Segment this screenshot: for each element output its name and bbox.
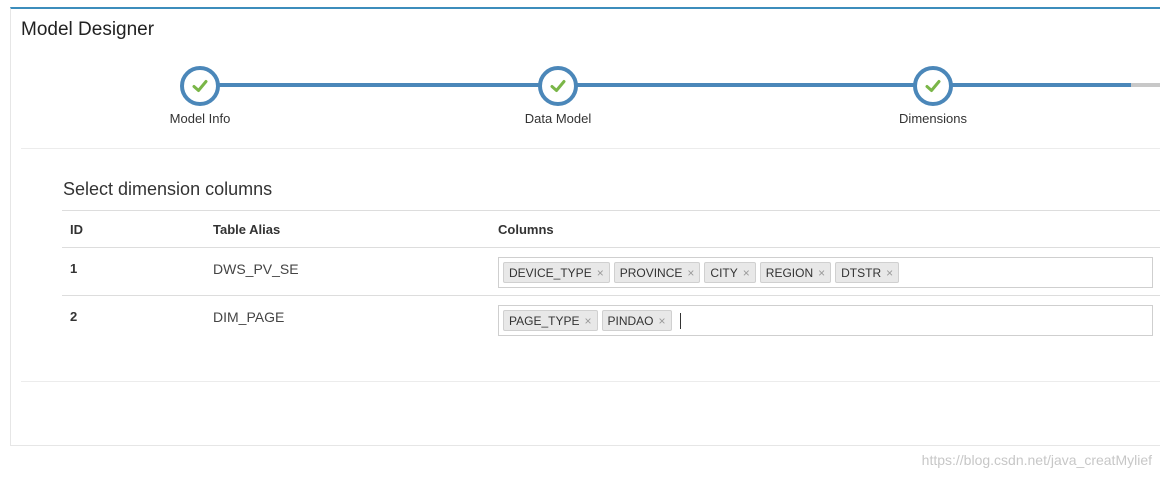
remove-tag-icon[interactable]: × — [687, 266, 694, 280]
row-id: 2 — [62, 295, 205, 344]
table-row: 1 DWS_PV_SE DEVICE_TYPE × PROVINCE × CITY ×… — [62, 247, 1160, 296]
table-row: 2 DIM_PAGE PAGE_TYPE × PINDAO × — [62, 295, 1160, 344]
row-alias: DWS_PV_SE — [205, 247, 490, 296]
remove-tag-icon[interactable]: × — [584, 314, 591, 328]
column-tag-label: DEVICE_TYPE — [509, 265, 592, 280]
check-icon — [550, 80, 566, 92]
column-tag: PINDAO × — [601, 310, 672, 331]
column-tag: DTSTR × — [835, 262, 900, 283]
columns-tag-input[interactable]: PAGE_TYPE × PINDAO × — [498, 305, 1153, 336]
section-title: Select dimension columns — [63, 179, 273, 199]
wizard-progress-line-2 — [558, 83, 933, 87]
wizard-pending-line — [1131, 83, 1160, 87]
column-tag: PAGE_TYPE × — [503, 310, 598, 331]
column-tag-label: PROVINCE — [619, 265, 683, 280]
column-tag: CITY × — [704, 262, 756, 283]
column-tag-label: PINDAO — [607, 313, 654, 328]
check-icon — [925, 80, 941, 92]
remove-tag-icon[interactable]: × — [597, 266, 604, 280]
column-header-columns: Columns — [490, 210, 1160, 248]
column-header-id: ID — [62, 210, 205, 248]
remove-tag-icon[interactable]: × — [743, 266, 750, 280]
dimension-table: ID Table Alias Columns 1 DWS_PV_SE DEVIC… — [62, 210, 1160, 344]
wizard-progress-line-1 — [200, 83, 557, 87]
column-header-alias: Table Alias — [205, 210, 490, 248]
column-tag: REGION × — [759, 262, 832, 283]
wizard-step-data-model[interactable] — [538, 66, 578, 106]
column-tag: PROVINCE × — [613, 262, 701, 283]
wizard-steps: Model Info Data Model Dimensions — [11, 9, 1160, 149]
column-tag-label: DTSTR — [841, 265, 882, 280]
wizard-step-label: Data Model — [524, 111, 592, 126]
columns-cell: PAGE_TYPE × PINDAO × — [490, 295, 1160, 344]
wizard-step-label: Model Info — [169, 111, 231, 126]
column-tag: DEVICE_TYPE × — [503, 262, 610, 283]
column-tag-label: PAGE_TYPE — [509, 313, 580, 328]
remove-tag-icon[interactable]: × — [659, 314, 666, 328]
wizard-step-model-info[interactable] — [180, 66, 220, 106]
wizard-progress-line-3 — [933, 83, 1131, 87]
columns-tag-input[interactable]: DEVICE_TYPE × PROVINCE × CITY × REGION × DTS… — [498, 257, 1153, 288]
check-icon — [192, 80, 208, 92]
column-tag-label: CITY — [710, 265, 738, 280]
divider — [21, 381, 1160, 382]
column-tag-label: REGION — [765, 265, 814, 280]
columns-cell: DEVICE_TYPE × PROVINCE × CITY × REGION × DTS… — [490, 247, 1160, 296]
text-cursor — [679, 312, 681, 329]
remove-tag-icon[interactable]: × — [818, 266, 825, 280]
remove-tag-icon[interactable]: × — [886, 266, 893, 280]
model-designer-panel: Model Designer Model Info Data Model Dim… — [10, 7, 1160, 446]
row-alias: DIM_PAGE — [205, 295, 490, 344]
divider — [21, 148, 1160, 149]
table-header-row: ID Table Alias Columns — [62, 210, 1160, 248]
watermark: https://blog.csdn.net/java_creatMylief — [921, 452, 1152, 468]
wizard-step-label: Dimensions — [899, 111, 967, 126]
wizard-step-dimensions[interactable] — [913, 66, 953, 106]
row-id: 1 — [62, 247, 205, 296]
